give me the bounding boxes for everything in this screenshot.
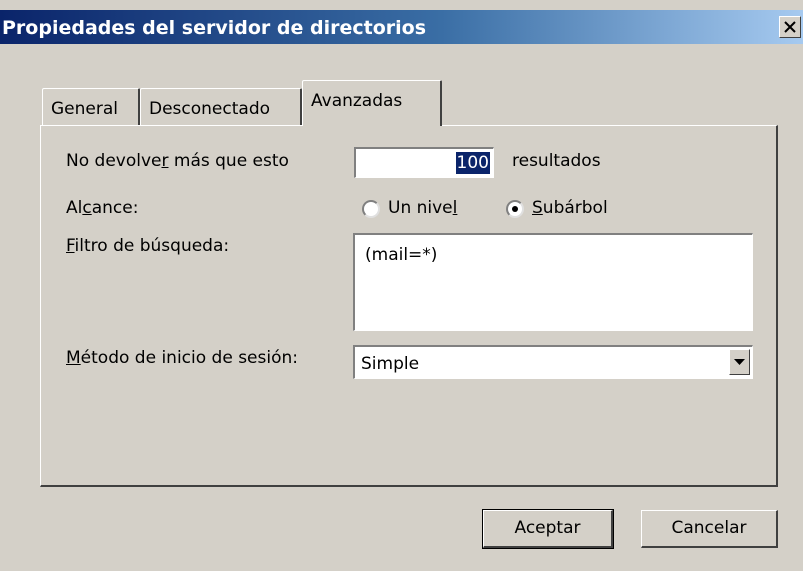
radio-unselected-icon xyxy=(362,200,380,218)
max-results-value: 100 xyxy=(455,152,490,174)
radio-selected-icon xyxy=(506,200,524,218)
scope-label: Alcance: xyxy=(66,198,139,218)
scope-radio-subtree[interactable]: Subárbol xyxy=(506,196,646,222)
max-results-label: No devolver más que esto xyxy=(66,151,289,171)
scope-subtree-label: Subárbol xyxy=(532,198,608,218)
tab-desconectado[interactable]: Desconectado xyxy=(140,88,302,126)
tab-avanzadas-label: Avanzadas xyxy=(311,91,403,111)
ok-button-label: Aceptar xyxy=(514,518,581,538)
directory-server-properties-dialog: Propiedades del servidor de directorios … xyxy=(0,0,803,571)
scope-one-level-label: Un nivel xyxy=(388,198,458,218)
title-bar: Propiedades del servidor de directorios xyxy=(0,10,803,44)
max-results-suffix: resultados xyxy=(512,151,601,171)
ok-button[interactable]: Aceptar xyxy=(482,509,614,549)
cancel-button[interactable]: Cancelar xyxy=(641,510,778,548)
login-method-select[interactable]: Simple xyxy=(353,345,753,379)
tab-general-label: General xyxy=(51,99,118,119)
login-method-label: Método de inicio de sesión: xyxy=(66,348,298,368)
search-filter-textarea[interactable]: (mail=*) xyxy=(353,233,753,331)
dropdown-arrow-button[interactable] xyxy=(729,349,750,375)
tab-general[interactable]: General xyxy=(42,88,140,126)
cancel-button-label: Cancelar xyxy=(671,518,747,538)
close-icon xyxy=(784,21,796,33)
login-method-value: Simple xyxy=(361,354,420,374)
dropdown-arrow-icon xyxy=(734,359,745,365)
tab-avanzadas[interactable]: Avanzadas xyxy=(302,80,442,126)
scope-radio-one-level[interactable]: Un nivel xyxy=(362,196,492,222)
max-results-input[interactable]: 100 xyxy=(354,147,494,178)
close-button[interactable] xyxy=(779,16,801,38)
tab-desconectado-label: Desconectado xyxy=(149,99,271,119)
search-filter-label: Filtro de búsqueda: xyxy=(66,236,230,256)
window-title: Propiedades del servidor de directorios xyxy=(2,17,427,39)
search-filter-value: (mail=*) xyxy=(365,245,438,265)
